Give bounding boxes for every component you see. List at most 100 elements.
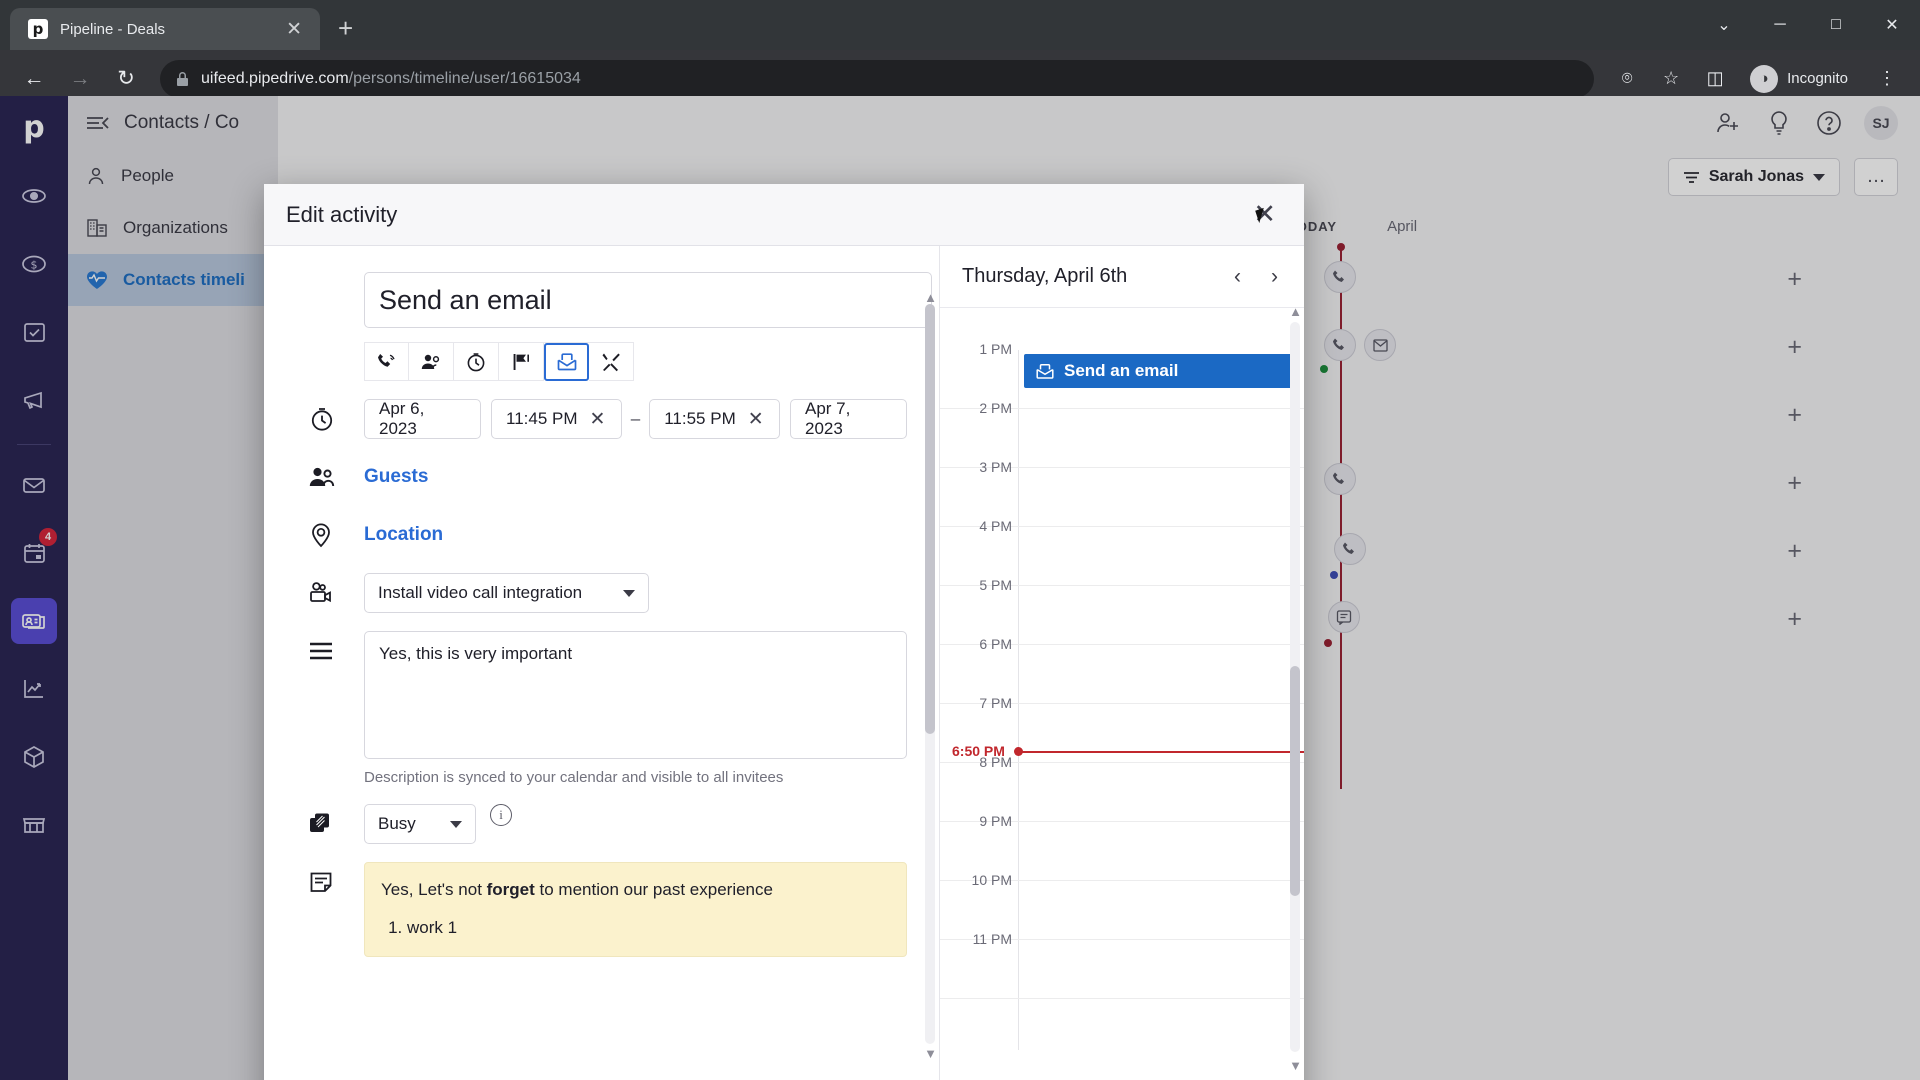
free-busy-select[interactable]: Busy <box>364 804 476 844</box>
tab-search-icon[interactable]: ⌄ <box>1696 0 1752 50</box>
time-range-dash: – <box>630 409 641 428</box>
location-pin-icon <box>296 515 364 555</box>
location-link[interactable]: Location <box>364 515 443 555</box>
window-controls: ⌄ ─ □ ✕ <box>1696 0 1920 50</box>
note-suffix: to mention our past experience <box>534 880 773 899</box>
type-button-email[interactable] <box>544 343 589 381</box>
type-button-meeting[interactable] <box>409 343 454 381</box>
new-tab-button[interactable]: + <box>338 13 353 44</box>
chevron-down-icon <box>623 589 635 597</box>
video-call-row: Install video call integration <box>296 573 907 613</box>
calendar-scroll-up-icon[interactable]: ▲ <box>1289 304 1302 319</box>
calendar-hour-label: 1 PM <box>979 341 1012 357</box>
modal-header: Edit activity ✕ <box>264 184 1304 246</box>
schedule-row: Apr 6, 2023 11:45 PM ✕ – 11:55 PM ✕ Apr … <box>296 399 907 439</box>
start-time-value: 11:45 PM <box>506 409 578 428</box>
address-bar[interactable]: uifeed.pipedrive.com/persons/timeline/us… <box>160 59 1595 98</box>
calendar-hour-label: 9 PM <box>979 813 1012 829</box>
note-row: Yes, Let's not forget to mention our pas… <box>296 862 907 957</box>
calendar-hour-label: 10 PM <box>971 872 1012 888</box>
minimize-icon[interactable]: ─ <box>1752 0 1808 50</box>
incognito-label: Incognito <box>1787 70 1848 87</box>
video-call-integration-select[interactable]: Install video call integration <box>364 573 649 613</box>
description-lines-icon <box>296 631 364 671</box>
back-icon[interactable]: ← <box>14 59 54 99</box>
note-content[interactable]: Yes, Let's not forget to mention our pas… <box>364 862 907 957</box>
browser-menu-icon[interactable]: ⋮ <box>1868 60 1906 98</box>
tab-strip: p Pipeline - Deals ✕ + ⌄ ─ □ ✕ <box>0 0 1920 50</box>
type-button-call[interactable] <box>364 343 409 381</box>
end-date-value: Apr 7, 2023 <box>805 399 851 438</box>
guests-link[interactable]: Guests <box>364 457 428 497</box>
modal-title: Edit activity <box>286 201 398 227</box>
start-date-field[interactable]: Apr 6, 2023 <box>364 399 481 439</box>
calendar-prev-icon[interactable]: ‹ <box>1228 263 1247 291</box>
note-list-item: work 1 <box>407 915 890 941</box>
calendar-date-label: Thursday, April 6th <box>962 265 1128 287</box>
description-helper-text: Description is synced to your calendar a… <box>364 769 784 786</box>
type-button-lunch[interactable] <box>589 343 634 381</box>
busy-layers-icon <box>296 804 364 844</box>
current-time-line <box>1018 751 1304 753</box>
type-button-deadline[interactable] <box>499 343 544 381</box>
current-time-label: 6:50 PM <box>952 743 1005 759</box>
description-row <box>296 631 907 759</box>
modal-body: Apr 6, 2023 11:45 PM ✕ – 11:55 PM ✕ <box>264 246 1304 1080</box>
calendar-hour-label: 5 PM <box>979 577 1012 593</box>
end-date-field[interactable]: Apr 7, 2023 <box>790 399 907 439</box>
info-icon[interactable]: i <box>490 804 512 826</box>
calendar-hour-label: 6 PM <box>979 636 1012 652</box>
tab-title: Pipeline - Deals <box>60 20 166 38</box>
free-busy-value: Busy <box>378 814 416 833</box>
free-busy-row: Busy i <box>296 804 907 844</box>
calendar-nav: ‹ › <box>1228 263 1284 291</box>
form-scroll-down-icon[interactable]: ▼ <box>924 1046 937 1061</box>
clear-start-time-icon[interactable]: ✕ <box>590 408 606 431</box>
calendar-scroll-down-icon[interactable]: ▼ <box>1289 1058 1302 1073</box>
pipedrive-app: p $ 4 Contacts / Co People Organizations… <box>0 96 1920 1080</box>
maximize-icon[interactable]: □ <box>1808 0 1864 50</box>
bookmark-star-icon[interactable]: ☆ <box>1652 60 1690 98</box>
lock-icon <box>176 71 189 87</box>
description-textarea[interactable] <box>364 631 907 759</box>
type-button-task[interactable] <box>454 343 499 381</box>
chevron-down-icon <box>450 820 462 828</box>
calendar-next-icon[interactable]: › <box>1265 263 1284 291</box>
clock-icon <box>296 399 364 439</box>
guests-icon <box>296 457 364 497</box>
cookie-blocked-icon[interactable]: ⌾ <box>1608 60 1646 98</box>
incognito-profile-chip[interactable]: ◑ Incognito <box>1744 59 1862 99</box>
url-text: uifeed.pipedrive.com/persons/timeline/us… <box>201 70 581 88</box>
calendar-scrollbar-thumb[interactable] <box>1290 666 1300 896</box>
url-path: /persons/timeline/user/16615034 <box>348 69 581 87</box>
reload-icon[interactable]: ↻ <box>106 59 146 99</box>
window-close-icon[interactable]: ✕ <box>1864 0 1920 50</box>
note-prefix: Yes, Let's not <box>381 880 487 899</box>
activity-form: Apr 6, 2023 11:45 PM ✕ – 11:55 PM ✕ <box>264 246 939 967</box>
start-time-field[interactable]: 11:45 PM ✕ <box>491 399 622 439</box>
form-scrollbar-thumb[interactable] <box>925 304 935 734</box>
calendar-hour-label: 4 PM <box>979 518 1012 534</box>
video-camera-icon <box>296 573 364 613</box>
calendar-header: Thursday, April 6th ‹ › <box>940 246 1304 308</box>
form-scroll-up-icon[interactable]: ▲ <box>924 290 937 305</box>
location-row: Location <box>296 515 907 555</box>
end-time-field[interactable]: 11:55 PM ✕ <box>649 399 780 439</box>
calendar-hour-row[interactable]: 11 PM <box>940 931 1304 999</box>
browser-window: p Pipeline - Deals ✕ + ⌄ ─ □ ✕ ← → ↻ uif… <box>0 0 1920 1080</box>
forward-icon[interactable]: → <box>60 59 100 99</box>
close-icon[interactable]: ✕ <box>1243 195 1286 234</box>
note-bold: forget <box>486 880 535 899</box>
clear-end-time-icon[interactable]: ✕ <box>748 408 764 431</box>
calendar-grid: Send an email 1 PM 2 PM 3 PM 4 PM 5 PM 6… <box>940 341 1304 1050</box>
calendar-hour-label: 11 PM <box>972 931 1012 947</box>
url-domain: uifeed.pipedrive.com <box>201 69 349 87</box>
note-list: work 1 <box>407 915 890 941</box>
activity-type-selector <box>364 342 634 381</box>
guests-row: Guests <box>296 457 907 497</box>
side-panel-icon[interactable]: ◫ <box>1696 60 1734 98</box>
activity-title-input[interactable] <box>364 272 932 328</box>
browser-tab[interactable]: p Pipeline - Deals ✕ <box>10 8 320 50</box>
calendar-hour-label: 7 PM <box>979 695 1012 711</box>
tab-close-icon[interactable]: ✕ <box>280 18 308 41</box>
